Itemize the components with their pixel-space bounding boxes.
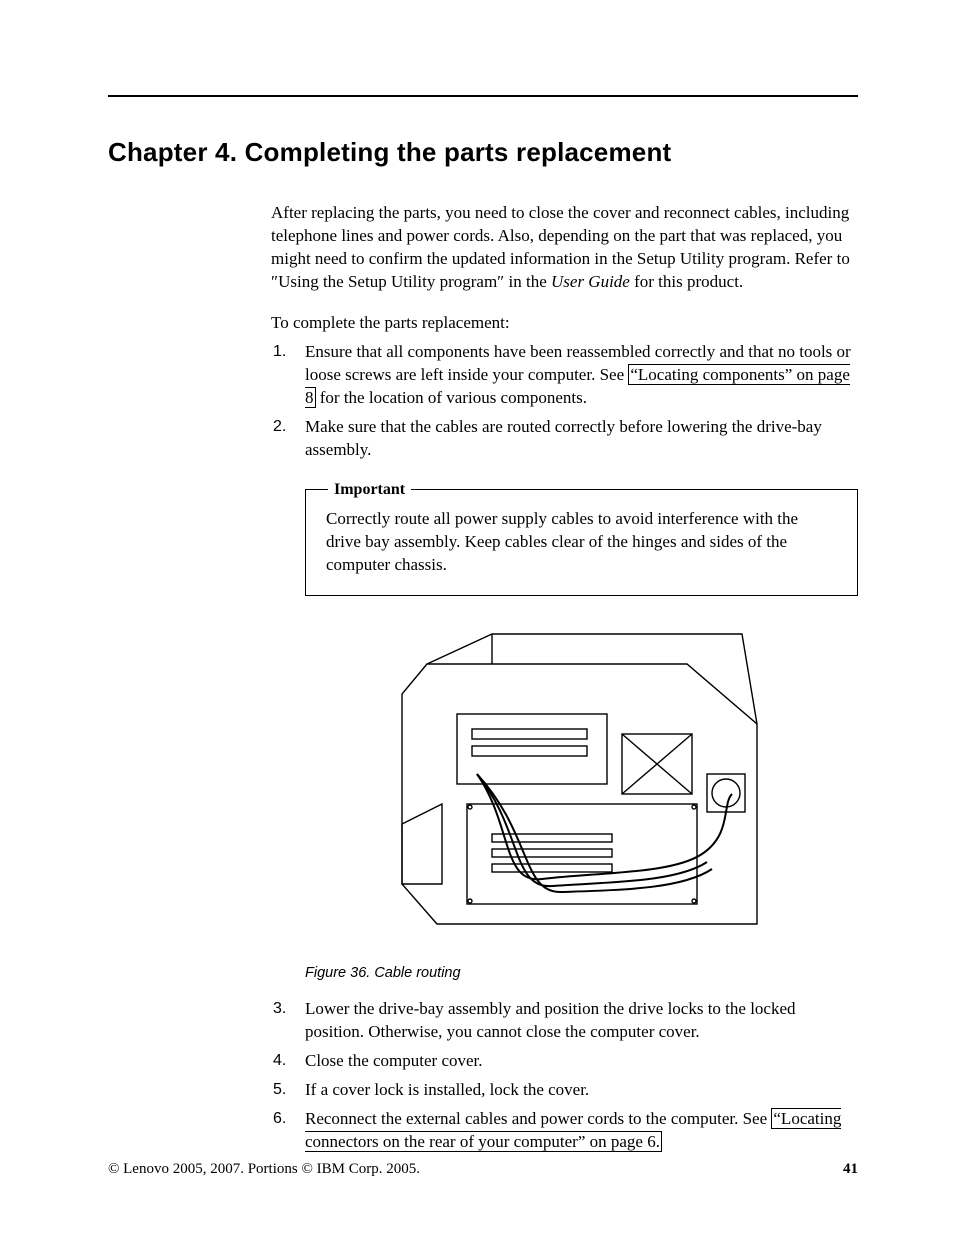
intro-paragraph: After replacing the parts, you need to c…	[271, 202, 858, 294]
user-guide-ital: User Guide	[551, 272, 630, 291]
important-text: Correctly route all power supply cables …	[326, 509, 798, 574]
steps-list-a: Ensure that all components have been rea…	[271, 341, 858, 462]
step-6-text-pre: Reconnect the external cables and power …	[305, 1109, 771, 1128]
step-1: Ensure that all components have been rea…	[305, 341, 858, 410]
lead-in: To complete the parts replacement:	[271, 312, 858, 335]
copyright-text: © Lenovo 2005, 2007. Portions © IBM Corp…	[108, 1159, 420, 1179]
chapter-title: Chapter 4. Completing the parts replacem…	[108, 135, 858, 170]
steps-list-b: Lower the drive-bay assembly and positio…	[271, 998, 858, 1154]
cable-routing-illustration	[372, 624, 792, 954]
page: Chapter 4. Completing the parts replacem…	[0, 0, 954, 1235]
step-4: Close the computer cover.	[305, 1050, 858, 1073]
step-1-text-post: for the location of various components.	[316, 388, 587, 407]
intro-tail: for this product.	[630, 272, 743, 291]
important-legend: Important	[328, 479, 411, 501]
figure-caption: Figure 36. Cable routing	[305, 964, 858, 984]
body-column: After replacing the parts, you need to c…	[271, 202, 858, 1153]
figure-36: Figure 36. Cable routing	[305, 624, 858, 984]
step-2: Make sure that the cables are routed cor…	[305, 416, 858, 462]
page-number: 41	[843, 1159, 858, 1179]
step-3: Lower the drive-bay assembly and positio…	[305, 998, 858, 1044]
step-5: If a cover lock is installed, lock the c…	[305, 1079, 858, 1102]
page-footer: © Lenovo 2005, 2007. Portions © IBM Corp…	[108, 1159, 858, 1179]
important-box: Important Correctly route all power supp…	[305, 489, 858, 596]
step-6: Reconnect the external cables and power …	[305, 1108, 858, 1154]
top-rule	[108, 95, 858, 97]
